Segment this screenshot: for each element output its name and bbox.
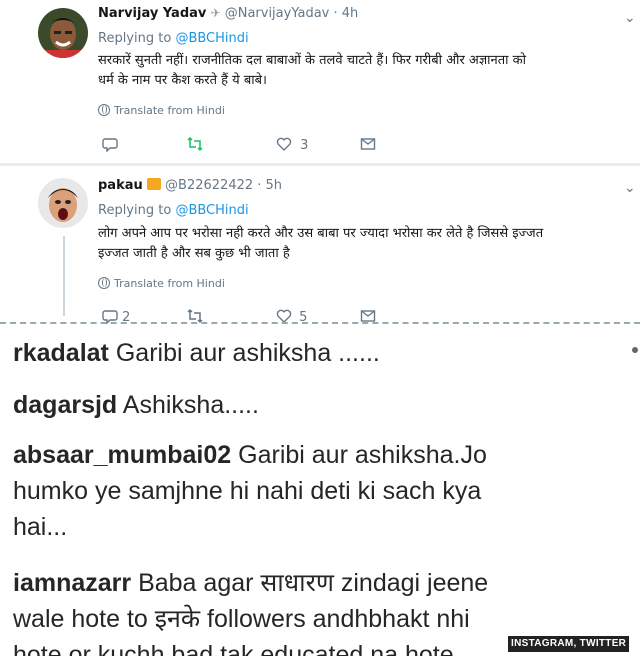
comment-text: Garibi aur ashiksha ...... bbox=[115, 339, 380, 367]
instagram-comments: rkadalat Garibi aur ashiksha ...... daga… bbox=[0, 325, 640, 656]
chevron-down-icon[interactable]: ⌄ bbox=[624, 10, 636, 26]
comment-text: Ashiksha..... bbox=[122, 391, 259, 419]
replying-label: Replying to bbox=[98, 31, 172, 46]
translate-link[interactable]: Translate from Hindi bbox=[98, 104, 225, 117]
heart-icon bbox=[276, 137, 292, 151]
tweet-text-line: इज्जत जाती है और सब कुछ भी जाता है bbox=[98, 246, 290, 261]
tweet-text: सरकारें सुनती नहीं। राजनीतिक दल बाबाओं क… bbox=[98, 51, 638, 91]
tweet-text-line: लोग अपने आप पर भरोसा नही करते और उस बाबा… bbox=[98, 226, 544, 241]
avatar[interactable] bbox=[38, 8, 88, 58]
comment-text: Garibi aur ashiksha.Jo bbox=[238, 441, 487, 469]
replying-label: Replying to bbox=[98, 203, 172, 218]
retweet-icon[interactable] bbox=[186, 136, 204, 156]
avatar[interactable] bbox=[38, 178, 88, 228]
replying-to-link[interactable]: @BBCHindi bbox=[175, 31, 248, 46]
like-button[interactable]: 3 bbox=[276, 136, 308, 156]
screenshot-separator bbox=[0, 322, 640, 324]
translate-link[interactable]: Translate from Hindi bbox=[98, 277, 225, 290]
comment-text: wale hote to इनके followers andhbhakt nh… bbox=[13, 605, 470, 633]
comment: dagarsjd Ashiksha..... bbox=[13, 387, 613, 423]
comment-username[interactable]: dagarsjd bbox=[13, 391, 117, 419]
replying-to-link[interactable]: @BBCHindi bbox=[175, 203, 248, 218]
tweet-narvijay[interactable]: Narvijay Yadav ✈ @NarvijayYadav · 4h ⌄ R… bbox=[0, 0, 640, 165]
translate-label: Translate from Hindi bbox=[114, 104, 225, 117]
comment: absaar_mumbai02 Garibi aur ashiksha.Jo h… bbox=[13, 437, 613, 545]
tweet-actions-clipped: 2 5 bbox=[0, 302, 640, 324]
globe-icon bbox=[98, 277, 110, 289]
display-name[interactable]: Narvijay Yadav bbox=[98, 6, 206, 21]
scroll-indicator bbox=[632, 347, 638, 353]
tweet-text-line: धर्म के नाम पर कैश करते हैं ये बाबे। bbox=[98, 73, 267, 88]
reply-icon[interactable] bbox=[102, 136, 118, 156]
verified-badge-icon: ✈ bbox=[210, 6, 221, 20]
tweet-actions: 3 bbox=[98, 136, 398, 156]
tweet-text: लोग अपने आप पर भरोसा नही करते और उस बाबा… bbox=[98, 224, 638, 264]
tweet-text-line: सरकारें सुनती नहीं। राजनीतिक दल बाबाओं क… bbox=[98, 53, 527, 68]
translate-label: Translate from Hindi bbox=[114, 277, 225, 290]
globe-icon bbox=[98, 104, 110, 116]
comment-text: hai... bbox=[13, 513, 68, 541]
comment-text: Baba agar साधारण zindagi jeene bbox=[138, 569, 489, 597]
comment-username[interactable]: iamnazarr bbox=[13, 569, 131, 597]
comment: rkadalat Garibi aur ashiksha ...... bbox=[13, 335, 613, 371]
handle-time[interactable]: @NarvijayYadav · 4h bbox=[225, 6, 359, 21]
comment-text: humko ye samjhne hi nahi deti ki sach ky… bbox=[13, 477, 482, 505]
display-name[interactable]: pakau bbox=[98, 178, 143, 193]
comment-username[interactable]: absaar_mumbai02 bbox=[13, 441, 231, 469]
handle-time[interactable]: @B22622422 · 5h bbox=[165, 178, 282, 193]
badge-icon bbox=[146, 178, 161, 190]
comment-username[interactable]: rkadalat bbox=[13, 339, 109, 367]
like-count: 3 bbox=[300, 138, 309, 153]
image-credit: INSTAGRAM, TWITTER bbox=[508, 636, 630, 652]
message-icon[interactable] bbox=[360, 136, 376, 156]
chevron-down-icon[interactable]: ⌄ bbox=[624, 180, 636, 196]
